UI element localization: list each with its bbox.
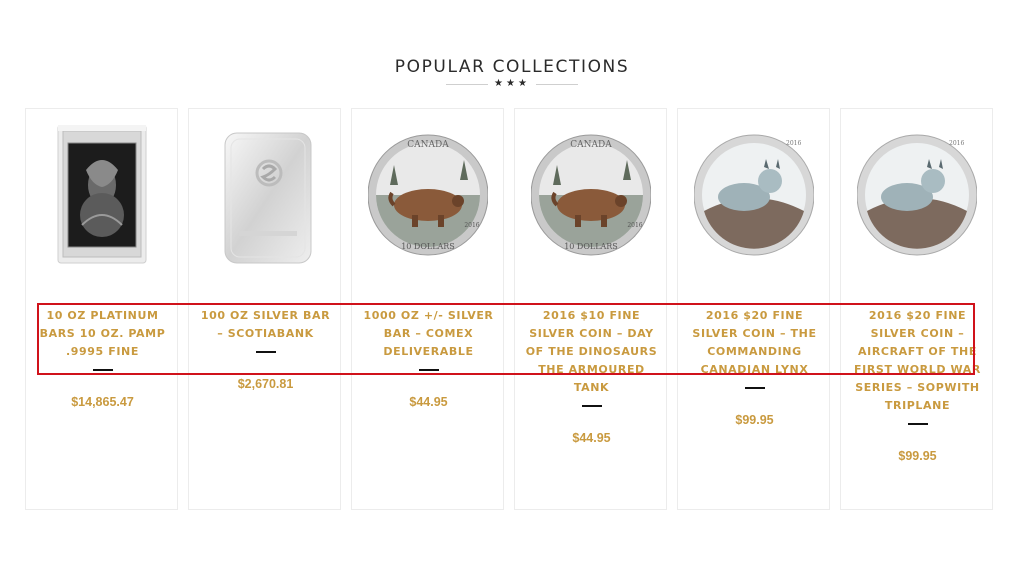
product-price: $99.95: [898, 449, 937, 463]
product-price: $44.95: [572, 431, 611, 445]
product-card[interactable]: CANADA 10 DOLLARS 2016 1000 OZ +/- SILVE…: [351, 108, 504, 510]
coin-country-text: CANADA: [570, 140, 612, 150]
product-info: 2016 $20 FINE SILVER COIN – AIRCRAFT OF …: [849, 307, 986, 465]
product-price: $44.95: [409, 395, 448, 409]
divider: [907, 423, 928, 425]
coin-year-text: 2016: [949, 140, 964, 147]
section-title: POPULAR COLLECTIONS: [394, 57, 630, 77]
product-name[interactable]: 2016 $10 FINE SILVER COIN – DAY OF THE D…: [523, 307, 660, 397]
divider: [92, 369, 113, 371]
divider: [418, 369, 439, 371]
product-info: 10 OZ PLATINUM BARS 10 OZ. PAMP .9995 FI…: [34, 307, 171, 411]
divider: [744, 387, 765, 389]
divider: [255, 351, 276, 353]
coin-year-text: 2016: [786, 140, 801, 147]
product-grid: 10 OZ PLATINUM BARS 10 OZ. PAMP .9995 FI…: [25, 108, 997, 512]
coin-country-text: CANADA: [407, 140, 449, 150]
platinum-bar-image[interactable]: [42, 124, 162, 265]
product-card[interactable]: 2016 2016 $20 FINE SILVER COIN – THE COM…: [677, 108, 830, 510]
ankylosaurus-coin-image[interactable]: CANADA 10 DOLLARS 2016: [530, 125, 652, 265]
coin-denomination-text: 10 DOLLARS: [564, 242, 618, 251]
divider-right: [535, 83, 578, 85]
product-name[interactable]: 1000 OZ +/- SILVER BAR – COMEX DELIVERAB…: [360, 307, 497, 361]
product-info: 100 OZ SILVER BAR – SCOTIABANK $2,670.81: [197, 307, 334, 393]
divider: [581, 405, 602, 407]
lynx-coin-image[interactable]: 2016: [856, 125, 978, 265]
product-info: 2016 $10 FINE SILVER COIN – DAY OF THE D…: [523, 307, 660, 447]
product-name[interactable]: 2016 $20 FINE SILVER COIN – AIRCRAFT OF …: [849, 307, 986, 415]
title-decoration: ★★★: [442, 77, 582, 91]
coin-year-text: 2016: [627, 222, 642, 229]
divider-left: [446, 83, 489, 85]
product-price: $99.95: [735, 413, 774, 427]
product-card[interactable]: 100 OZ SILVER BAR – SCOTIABANK $2,670.81: [188, 108, 341, 510]
product-name[interactable]: 2016 $20 FINE SILVER COIN – THE COMMANDI…: [686, 307, 823, 379]
product-price: $14,865.47: [71, 395, 134, 409]
product-name[interactable]: 100 OZ SILVER BAR – SCOTIABANK: [197, 307, 334, 343]
product-price: $2,670.81: [237, 377, 294, 391]
product-name[interactable]: 10 OZ PLATINUM BARS 10 OZ. PAMP .9995 FI…: [34, 307, 171, 361]
three-stars-icon: ★★★: [494, 78, 530, 89]
product-card[interactable]: CANADA 10 DOLLARS 2016 2016 $10 FINE SIL…: [514, 108, 667, 510]
silver-bar-image[interactable]: [205, 125, 325, 265]
product-info: 1000 OZ +/- SILVER BAR – COMEX DELIVERAB…: [360, 307, 497, 411]
ankylosaurus-coin-image[interactable]: CANADA 10 DOLLARS 2016: [367, 125, 489, 265]
product-card[interactable]: 2016 2016 $20 FINE SILVER COIN – AIRCRAF…: [840, 108, 993, 510]
coin-denomination-text: 10 DOLLARS: [401, 242, 455, 251]
lynx-coin-image[interactable]: 2016: [693, 125, 815, 265]
product-card[interactable]: 10 OZ PLATINUM BARS 10 OZ. PAMP .9995 FI…: [25, 108, 178, 510]
coin-year-text: 2016: [464, 222, 479, 229]
product-info: 2016 $20 FINE SILVER COIN – THE COMMANDI…: [686, 307, 823, 429]
